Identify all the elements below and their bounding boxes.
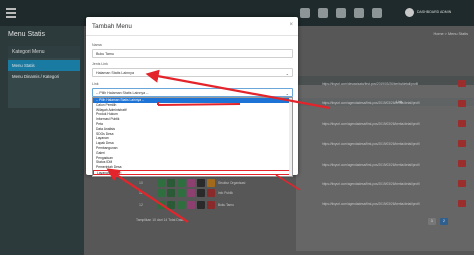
move-down-button[interactable] xyxy=(167,189,175,197)
grid-icon[interactable] xyxy=(300,8,310,18)
table-row: 10 xyxy=(135,179,215,188)
link-type-value: Halaman Statis Lainnya xyxy=(96,71,134,75)
dropdown-option-highlighted[interactable]: Layanan Mandiri xyxy=(93,170,292,175)
delete-button[interactable] xyxy=(458,100,466,107)
dropdown-option[interactable]: Lapak Desa xyxy=(93,141,292,146)
dropdown-option[interactable]: Informasi Publik xyxy=(93,117,292,122)
table-cell-link[interactable]: https://tinyurl.com/agendadesa/first-pos… xyxy=(322,142,452,146)
delete-button[interactable] xyxy=(458,80,466,87)
link-select[interactable]: -- Pilih Halaman Statis Lainnya -- ⌄ xyxy=(92,88,293,97)
submenu-button[interactable] xyxy=(187,189,195,197)
chevron-down-icon: ⌄ xyxy=(285,71,289,76)
edit-button[interactable] xyxy=(177,179,185,187)
link-type-label: Jenis Link xyxy=(92,62,108,66)
category-box-title: Kategori Menu xyxy=(8,46,80,58)
delete-button[interactable] xyxy=(458,120,466,127)
table-cell-name: Buku Tamu xyxy=(218,203,234,207)
name-input[interactable]: Buku Tamu xyxy=(92,49,293,58)
table-cell-link[interactable]: https://tinyurl.com/agendadesa/first-pos… xyxy=(322,101,452,105)
folder-icon[interactable] xyxy=(318,8,328,18)
sidebar: Menu Statis Kategori Menu Menu Statis Me… xyxy=(0,26,84,255)
table-cell-name: Info Publik xyxy=(218,191,233,195)
link-type-select[interactable]: Halaman Statis Lainnya ⌄ xyxy=(92,68,293,77)
link-dropdown-list: -- Pilih Halaman Statis Lainnya -- Calon… xyxy=(92,97,293,177)
delete-button[interactable] xyxy=(458,140,466,147)
close-icon[interactable]: × xyxy=(289,22,293,28)
dropdown-option[interactable]: Pemerintah Desa xyxy=(93,165,292,170)
submenu-button[interactable] xyxy=(187,179,195,187)
row-index: 10 xyxy=(139,181,143,185)
sidebar-item-menu-dinamis[interactable]: Menu Dinamis / Kategori xyxy=(8,71,80,82)
table-footer-info: Tampilkan 10 dari 14 Total Data xyxy=(136,218,184,222)
name-label: Nama xyxy=(92,43,102,47)
chevron-down-icon: ⌄ xyxy=(285,91,289,96)
bell-icon[interactable] xyxy=(372,8,382,18)
lock-button[interactable] xyxy=(197,189,205,197)
page-button-2[interactable]: 2 xyxy=(440,218,448,225)
table-cell-link[interactable]: https://tinyurl.com/agendadesa/first-pos… xyxy=(322,182,452,186)
toggle-button[interactable] xyxy=(207,189,215,197)
print-icon[interactable] xyxy=(336,8,346,18)
modal-title: Tambah Menu xyxy=(92,23,132,30)
move-down-button[interactable] xyxy=(167,179,175,187)
row-index: 11 xyxy=(139,191,143,195)
dropdown-scrollbar[interactable] xyxy=(289,98,292,176)
table-cell-name: Struktur Organisasi xyxy=(218,181,246,185)
move-down-button[interactable] xyxy=(167,201,175,209)
lock-button[interactable] xyxy=(197,201,205,209)
sidebar-item-menu-statis[interactable]: Menu Statis xyxy=(8,60,80,71)
table-cell-link[interactable]: https://tinyurl.com/agendadesa/first-pos… xyxy=(322,163,452,167)
toggle-button[interactable] xyxy=(207,201,215,209)
table-row: 12 xyxy=(135,201,215,210)
user-name[interactable]: DASHBOARD ADMIN xyxy=(417,10,451,14)
move-up-button[interactable] xyxy=(157,189,165,197)
move-up-button[interactable] xyxy=(157,201,165,209)
app-screen: DASHBOARD ADMIN Menu Statis Kategori Men… xyxy=(0,0,474,255)
toggle-button[interactable] xyxy=(207,179,215,187)
delete-button[interactable] xyxy=(458,160,466,167)
breadcrumb[interactable]: Home > Menu Statis xyxy=(433,32,468,36)
modal-divider xyxy=(86,35,298,36)
table-row: 11 xyxy=(135,189,215,198)
avatar[interactable] xyxy=(405,8,414,17)
delete-button[interactable] xyxy=(458,180,466,187)
move-up-button[interactable] xyxy=(157,179,165,187)
edit-button[interactable] xyxy=(177,201,185,209)
category-box: Kategori Menu Menu Statis Menu Dinamis /… xyxy=(8,46,80,108)
lock-button[interactable] xyxy=(197,179,205,187)
cloud-icon[interactable] xyxy=(354,8,364,18)
page-button-1[interactable]: 1 xyxy=(428,218,436,225)
table-cell-link[interactable]: https://tinyurl.com/desawisata/first-pos… xyxy=(322,82,452,86)
table-cell-link[interactable]: https://tinyurl.com/agendadesa/first-pos… xyxy=(322,122,452,126)
page-title: Menu Statis xyxy=(8,31,45,38)
delete-button[interactable] xyxy=(458,200,466,207)
link-select-value: -- Pilih Halaman Statis Lainnya -- xyxy=(96,91,149,95)
link-label: Link xyxy=(92,82,99,86)
row-index: 12 xyxy=(139,203,143,207)
submenu-button[interactable] xyxy=(187,201,195,209)
table-cell-link[interactable]: https://tinyurl.com/agendadesa/first-pos… xyxy=(322,202,452,206)
edit-button[interactable] xyxy=(177,189,185,197)
menu-toggle-icon[interactable] xyxy=(6,8,16,18)
